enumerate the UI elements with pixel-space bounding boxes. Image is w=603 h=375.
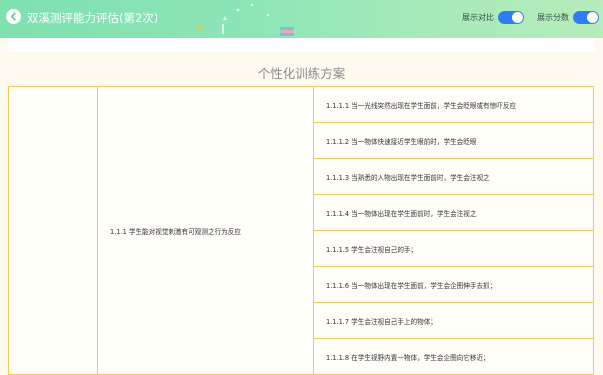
- back-button[interactable]: [6, 9, 21, 24]
- training-plan-table: 1.1.1 学生能对视觉刺激有可观测之行为反应 1.1.1.1 当一光线突然出现…: [8, 86, 594, 375]
- section-title: 个性化训练方案: [257, 66, 346, 81]
- info-bar: [8, 38, 595, 52]
- chevron-left-icon: [10, 12, 16, 21]
- toggle-label: 展示分数: [537, 13, 569, 22]
- show-score-switch[interactable]: [573, 11, 599, 24]
- toggle-label: 展示对比: [462, 13, 494, 22]
- page-title: 双溪测评能力评估(第2次): [27, 11, 159, 25]
- toggle-show-score: 展示分数: [537, 11, 599, 24]
- item-cell: 1.1.1.2 当一物体快速接近学生眼前时，学生会眨眼: [313, 122, 594, 159]
- item-cell: 1.1.1.7 学生会注视自己手上的物体；: [313, 302, 594, 339]
- show-comparison-switch[interactable]: [498, 11, 524, 24]
- switch-knob: [587, 12, 598, 23]
- toggle-show-comparison: 展示对比: [462, 11, 524, 24]
- app-header: 双溪测评能力评估(第2次) 展示对比 展示分数: [0, 0, 603, 38]
- goal-cell: 1.1.1 学生能对视觉刺激有可观测之行为反应: [97, 86, 314, 375]
- switch-knob: [512, 12, 523, 23]
- category-cell: [8, 86, 98, 375]
- item-cell: 1.1.1.5 学生会注视自己的手；: [313, 230, 594, 267]
- decoration-illustration: [198, 3, 294, 36]
- item-cell: 1.1.1.3 当熟悉的人物出现在学生面前时，学生会注视之: [313, 158, 594, 195]
- table-row: 1.1.1 学生能对视觉刺激有可观测之行为反应 1.1.1.1 当一光线突然出现…: [8, 86, 594, 375]
- item-cell: 1.1.1.4 当一物体出现在学生面前时，学生会注视之: [313, 194, 594, 231]
- item-cell: 1.1.1.1 当一光线突然出现在学生面前，学生会眨眼或有惊吓反应: [313, 86, 594, 123]
- item-cell: 1.1.1.6 当一物体出现在学生面前，学生会企图伸手去抓；: [313, 266, 594, 303]
- item-cell: 1.1.1.8 在学生视野内置一物体，学生会企图向它移近；: [313, 338, 594, 375]
